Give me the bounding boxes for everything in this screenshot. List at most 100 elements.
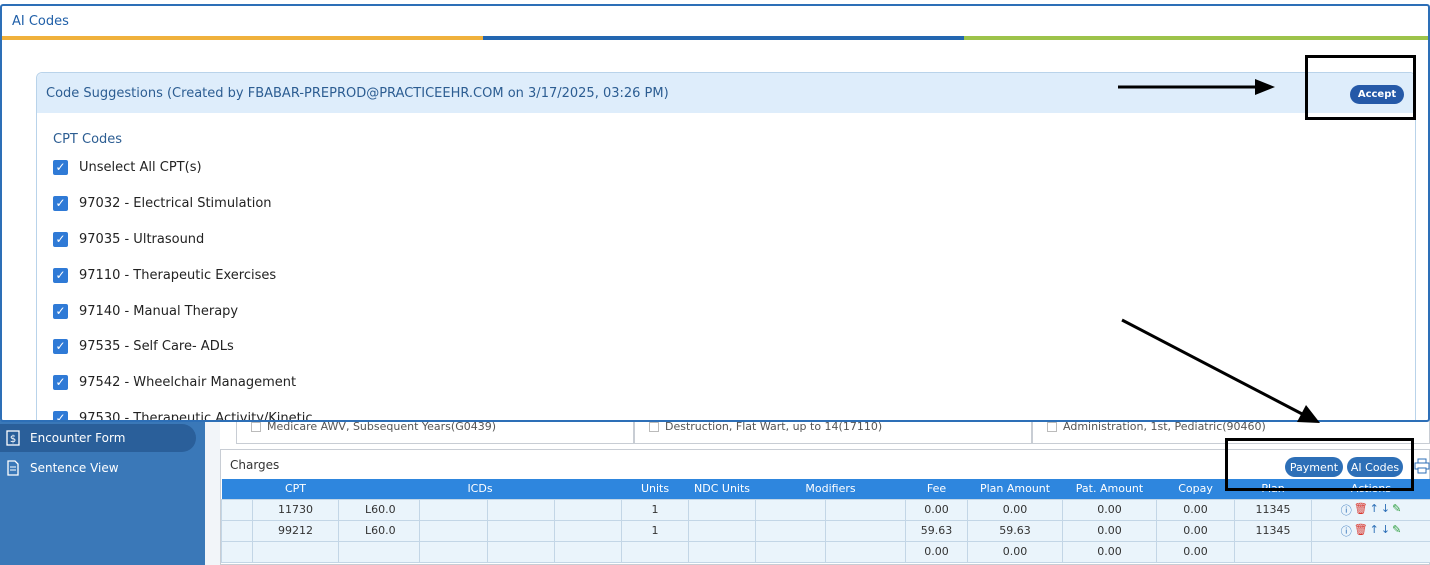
cell-plan[interactable]: 11345 bbox=[1234, 519, 1313, 542]
cell-copay[interactable]: 0.00 bbox=[1156, 519, 1236, 542]
peek-column: Destruction, Flat Wart, up to 14(17110) bbox=[634, 420, 1032, 444]
arrow-down-icon[interactable]: ↓ bbox=[1381, 523, 1390, 539]
cell-plan-amount[interactable]: 0.00 bbox=[967, 498, 1064, 521]
checkbox-label: 97140 - Manual Therapy bbox=[79, 303, 239, 319]
cell-actions: ⓘ 🗑 ↑ ↓ ✎ bbox=[1311, 498, 1430, 521]
column-header-icds[interactable]: ICDs bbox=[338, 479, 622, 499]
cell-units[interactable]: 1 bbox=[621, 519, 690, 542]
cell-copay[interactable]: 0.00 bbox=[1156, 498, 1236, 521]
checkbox[interactable] bbox=[251, 421, 261, 432]
checkbox-checked-icon[interactable]: ✓ bbox=[53, 267, 68, 283]
checkbox-label: 97542 - Wheelchair Management bbox=[79, 374, 297, 390]
sidebar-item-label: Encounter Form bbox=[30, 431, 126, 445]
accent-bar-orange bbox=[2, 36, 483, 40]
edit-icon[interactable]: ✎ bbox=[1392, 523, 1401, 539]
code-suggestions-panel: Code Suggestions (Created by FBABAR-PREP… bbox=[36, 72, 1416, 422]
cell-fee: 0.00 bbox=[905, 540, 969, 563]
arrow-down-icon[interactable]: ↓ bbox=[1381, 502, 1390, 518]
column-header-modifiers[interactable]: Modifiers bbox=[755, 479, 906, 499]
info-icon[interactable]: ⓘ bbox=[1341, 502, 1352, 518]
cpt-checkbox-97542[interactable]: ✓ 97542 - Wheelchair Management bbox=[53, 373, 296, 391]
cell-plan-amount[interactable]: 59.63 bbox=[967, 519, 1064, 542]
unselect-all-cpt-checkbox[interactable]: ✓ Unselect All CPT(s) bbox=[53, 158, 202, 176]
trash-icon[interactable]: 🗑 bbox=[1354, 502, 1368, 518]
arrow-up-icon[interactable]: ↑ bbox=[1370, 523, 1379, 539]
cell-pat-amount: 0.00 bbox=[1062, 540, 1158, 563]
cpt-checkbox-97140[interactable]: ✓ 97140 - Manual Therapy bbox=[53, 302, 238, 320]
info-icon[interactable]: ⓘ bbox=[1341, 523, 1352, 539]
column-header-cpt[interactable]: CPT bbox=[252, 479, 339, 499]
column-header-plan-amount[interactable]: Plan Amount bbox=[967, 479, 1063, 499]
cpt-checkbox-97035[interactable]: ✓ 97035 - Ultrasound bbox=[53, 230, 204, 248]
column-header-ndc-units[interactable]: NDC Units bbox=[688, 479, 756, 499]
column-header-fee[interactable]: Fee bbox=[905, 479, 968, 499]
cell-icd[interactable]: L60.0 bbox=[338, 519, 420, 542]
checkbox-checked-icon[interactable]: ✓ bbox=[53, 195, 68, 211]
charges-title: Charges bbox=[230, 458, 280, 472]
cell-pat-amount[interactable]: 0.00 bbox=[1062, 498, 1158, 521]
charges-table: CPT ICDs Units NDC Units Modifiers Fee P… bbox=[221, 479, 1430, 563]
column-header bbox=[221, 479, 253, 499]
sidebar-item-label: Sentence View bbox=[30, 461, 119, 475]
peek-column: Medicare AWV, Subsequent Years(G0439) bbox=[236, 420, 634, 444]
table-row[interactable]: 99212 L60.0 1 59.63 59.63 0.00 0.00 1134… bbox=[221, 519, 1430, 542]
cell-cpt[interactable]: 99212 bbox=[252, 519, 339, 542]
cpt-checkbox-97032[interactable]: ✓ 97032 - Electrical Stimulation bbox=[53, 194, 272, 212]
checkbox[interactable] bbox=[1047, 421, 1057, 432]
cell-plan bbox=[1234, 540, 1313, 563]
cell-copay: 0.00 bbox=[1156, 540, 1236, 563]
edit-icon[interactable]: ✎ bbox=[1392, 502, 1401, 518]
code-suggestions-title: Code Suggestions (Created by FBABAR-PREP… bbox=[46, 86, 669, 101]
cpt-checkbox-97110[interactable]: ✓ 97110 - Therapeutic Exercises bbox=[53, 266, 276, 284]
column-header-copay[interactable]: Copay bbox=[1156, 479, 1235, 499]
document-icon bbox=[4, 459, 22, 477]
column-header-units[interactable]: Units bbox=[621, 479, 689, 499]
checkbox-label: 97535 - Self Care- ADLs bbox=[79, 338, 234, 354]
code-suggestions-header: Code Suggestions (Created by FBABAR-PREP… bbox=[37, 73, 1415, 113]
left-sidebar: $ Encounter Form Sentence View bbox=[0, 420, 205, 565]
checkbox-checked-icon[interactable]: ✓ bbox=[53, 231, 68, 247]
checkbox-label: Unselect All CPT(s) bbox=[79, 159, 202, 175]
annotation-box-ai-codes bbox=[1225, 438, 1414, 491]
cell-pat-amount[interactable]: 0.00 bbox=[1062, 519, 1158, 542]
svg-text:$: $ bbox=[10, 434, 16, 445]
cell-cpt bbox=[252, 540, 339, 563]
ai-codes-modal: AI Codes Code Suggestions (Created by FB… bbox=[0, 4, 1430, 422]
checkbox-label: 97110 - Therapeutic Exercises bbox=[79, 267, 277, 283]
sidebar-item-encounter-form[interactable]: $ Encounter Form bbox=[0, 424, 196, 452]
checkbox-label: 97035 - Ultrasound bbox=[79, 231, 205, 247]
table-row[interactable]: 11730 L60.0 1 0.00 0.00 0.00 0.00 11345 … bbox=[221, 498, 1430, 521]
cell-plan[interactable]: 11345 bbox=[1234, 498, 1313, 521]
cpt-codes-heading: CPT Codes bbox=[53, 132, 123, 147]
cell-plan-amount: 0.00 bbox=[967, 540, 1064, 563]
annotation-box-accept bbox=[1305, 55, 1416, 120]
modal-title: AI Codes bbox=[12, 14, 69, 29]
checkbox-checked-icon[interactable]: ✓ bbox=[53, 159, 68, 175]
cell-cpt[interactable]: 11730 bbox=[252, 498, 339, 521]
checkbox-label: 97032 - Electrical Stimulation bbox=[79, 195, 272, 211]
cpt-checkbox-97535[interactable]: ✓ 97535 - Self Care- ADLs bbox=[53, 337, 234, 355]
trash-icon[interactable]: 🗑 bbox=[1354, 523, 1368, 539]
cell-icd bbox=[338, 540, 420, 563]
cpt-checkbox-97530[interactable]: ✓ 97530 - Therapeutic Activity/Kinetic bbox=[53, 409, 313, 422]
cell-fee[interactable]: 59.63 bbox=[905, 519, 969, 542]
accent-bar-blue bbox=[483, 36, 964, 40]
sidebar-item-sentence-view[interactable]: Sentence View bbox=[0, 454, 119, 482]
cell-actions: ⓘ 🗑 ↑ ↓ ✎ bbox=[1311, 519, 1430, 542]
checkbox-checked-icon[interactable]: ✓ bbox=[53, 303, 68, 319]
checkbox[interactable] bbox=[649, 421, 659, 432]
invoice-icon: $ bbox=[4, 429, 22, 447]
print-icon[interactable] bbox=[1414, 458, 1430, 474]
checkbox-label: 97530 - Therapeutic Activity/Kinetic bbox=[79, 410, 313, 422]
checkbox-checked-icon[interactable]: ✓ bbox=[53, 374, 68, 390]
checkbox-checked-icon[interactable]: ✓ bbox=[53, 410, 68, 420]
cell-fee[interactable]: 0.00 bbox=[905, 498, 969, 521]
accent-bar-green bbox=[964, 36, 1428, 40]
cell-units[interactable]: 1 bbox=[621, 498, 690, 521]
table-row-totals: 0.00 0.00 0.00 0.00 bbox=[221, 540, 1430, 563]
cell-units bbox=[621, 540, 690, 563]
checkbox-checked-icon[interactable]: ✓ bbox=[53, 338, 68, 354]
cell-icd[interactable]: L60.0 bbox=[338, 498, 420, 521]
column-header-pat-amount[interactable]: Pat. Amount bbox=[1062, 479, 1157, 499]
arrow-up-icon[interactable]: ↑ bbox=[1370, 502, 1379, 518]
